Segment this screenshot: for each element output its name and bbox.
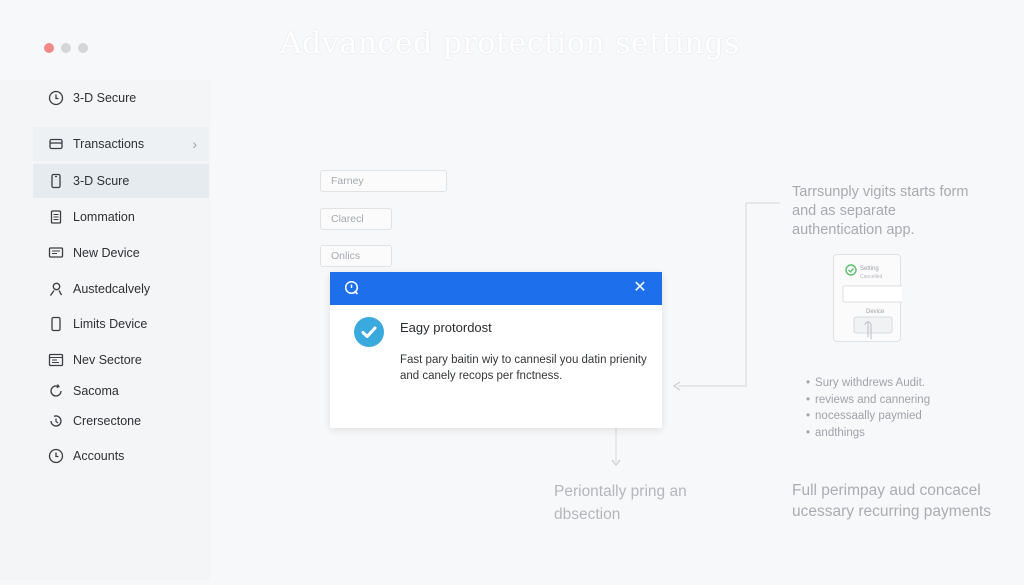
- sidebar-item-label: 3-D Scure: [73, 174, 130, 188]
- list-item: reviews and cannering: [806, 392, 930, 409]
- mobile-icon: [47, 315, 65, 333]
- dialog-title: Eagy protordost: [400, 320, 492, 335]
- sidebar-item-accounts[interactable]: Accounts: [33, 439, 209, 473]
- minimize-window-button[interactable]: [61, 43, 71, 53]
- phone-icon: [47, 172, 65, 190]
- window-controls: [44, 43, 88, 53]
- bottom-left-caption: Periontally pring an dbsection: [554, 483, 687, 523]
- clock-icon: [47, 89, 65, 107]
- feature-list: Sury withdrews Audit. reviews and canner…: [806, 375, 930, 441]
- phone-setting-label: Setting: [860, 266, 879, 272]
- dialog-close-button[interactable]: ✕: [630, 278, 650, 298]
- sidebar-item-crersectone[interactable]: Crersectone: [33, 404, 209, 438]
- sidebar-item-label: 3-D Secure: [73, 91, 137, 105]
- protection-dialog: ✕ Eagy protordost Fast pary baitin wiy t…: [330, 272, 662, 428]
- info-description: Tarrsunply vigits starts form and as sep…: [792, 184, 969, 238]
- form-field[interactable]: Farney: [320, 170, 447, 192]
- sidebar-item-label: New Device: [73, 246, 140, 260]
- list-item: nocessaally paymied: [806, 408, 930, 425]
- list-item: Sury withdrews Audit.: [806, 375, 930, 392]
- page-title: Advanced protection settings: [280, 26, 740, 61]
- dialog-body: Fast pary baitin wiy to cannesil you dat…: [400, 354, 647, 382]
- sidebar-item-austedcalvely[interactable]: Austedcalvely: [33, 272, 209, 306]
- card-icon: [47, 135, 65, 153]
- sidebar-item-3d-scure[interactable]: 3-D Scure: [33, 164, 209, 198]
- sidebar-item-label: Transactions: [73, 137, 145, 151]
- refresh-icon: [47, 382, 65, 400]
- chevron-right-icon: ›: [192, 136, 197, 152]
- sidebar-item-label: Limits Device: [73, 317, 148, 331]
- phone-device-button: Device: [866, 309, 885, 315]
- form-field[interactable]: Onlics: [320, 245, 392, 267]
- sidebar-item-sacoma[interactable]: Sacoma: [33, 374, 209, 408]
- list-item: andthings: [806, 425, 930, 442]
- sidebar-item-3d-secure[interactable]: 3-D Secure: [33, 81, 209, 115]
- form-field[interactable]: Clarecl: [320, 208, 392, 230]
- sidebar-item-limits-device[interactable]: Limits Device: [33, 307, 209, 341]
- phone-illustration: Setting Cancelled Device: [833, 254, 902, 342]
- window-icon: [47, 351, 65, 369]
- history-icon: [47, 412, 65, 430]
- sidebar-item-label: Nev Sectore: [73, 353, 142, 367]
- monitor-icon: [47, 244, 65, 262]
- sidebar-item-label: Austedcalvely: [73, 282, 151, 296]
- sidebar-item-transactions[interactable]: Transactions ›: [33, 127, 209, 161]
- sidebar-item-new-device[interactable]: New Device: [33, 236, 209, 270]
- sidebar-item-label: Lommation: [73, 210, 135, 224]
- clock-icon: [47, 447, 65, 465]
- phone-cancelled-label: Cancelled: [860, 274, 883, 280]
- sidebar-item-label: Accounts: [73, 449, 125, 463]
- sidebar-item-label: Crersectone: [73, 414, 142, 428]
- app-window: Advanced protection settings 3-D Secure …: [0, 0, 1024, 585]
- close-window-button[interactable]: [44, 43, 54, 53]
- sidebar-item-nev-sectore[interactable]: Nev Sectore: [33, 343, 209, 377]
- check-circle-icon: [354, 317, 384, 347]
- search-shield-icon: [344, 280, 360, 296]
- dialog-header: ✕: [330, 272, 662, 305]
- document-icon: [47, 208, 65, 226]
- sidebar-item-label: Sacoma: [73, 384, 119, 398]
- user-icon: [47, 280, 65, 298]
- maximize-window-button[interactable]: [78, 43, 88, 53]
- sidebar-item-lommation[interactable]: Lommation: [33, 200, 209, 234]
- bottom-right-caption: Full perimpay aud concacel ucessary recu…: [792, 482, 991, 520]
